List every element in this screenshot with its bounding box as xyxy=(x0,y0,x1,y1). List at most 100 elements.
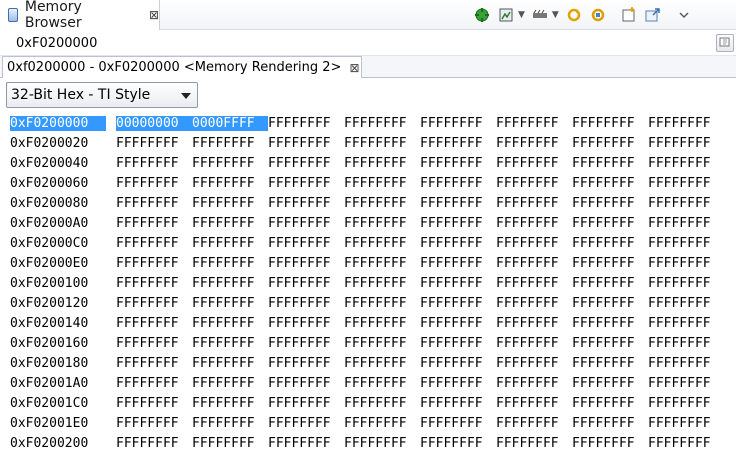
memory-cell[interactable]: FFFFFFFF xyxy=(268,116,344,131)
memory-cell[interactable]: FFFFFFFF xyxy=(192,376,268,391)
row-address[interactable]: 0xF0200200 xyxy=(10,436,106,451)
memory-cell[interactable]: FFFFFFFF xyxy=(192,396,268,411)
memory-cell[interactable]: FFFFFFFF xyxy=(116,236,192,251)
memory-cell[interactable]: FFFFFFFF xyxy=(268,436,344,451)
memory-load-icon[interactable] xyxy=(531,6,549,24)
memory-cell[interactable]: FFFFFFFF xyxy=(116,176,192,191)
memory-cell[interactable]: FFFFFFFF xyxy=(268,316,344,331)
memory-cell[interactable]: 0000FFFF xyxy=(192,115,268,131)
memory-cell[interactable]: FFFFFFFF xyxy=(496,236,572,251)
row-address[interactable]: 0xF02001A0 xyxy=(10,376,106,391)
memory-cell[interactable]: FFFFFFFF xyxy=(648,216,724,231)
memory-cell[interactable]: FFFFFFFF xyxy=(344,416,420,431)
memory-cell[interactable]: FFFFFFFF xyxy=(420,116,496,131)
row-address[interactable]: 0xF02000E0 xyxy=(10,256,106,271)
row-address[interactable]: 0xF02001C0 xyxy=(10,396,106,411)
memory-cell[interactable]: FFFFFFFF xyxy=(648,376,724,391)
memory-cell[interactable]: FFFFFFFF xyxy=(116,136,192,151)
memory-cell[interactable]: FFFFFFFF xyxy=(268,256,344,271)
refresh-sync-icon[interactable] xyxy=(565,6,583,24)
memory-cell[interactable]: FFFFFFFF xyxy=(420,376,496,391)
memory-cell[interactable]: FFFFFFFF xyxy=(344,136,420,151)
memory-cell[interactable]: FFFFFFFF xyxy=(648,296,724,311)
memory-cell[interactable]: FFFFFFFF xyxy=(116,196,192,211)
row-address[interactable]: 0xF0200140 xyxy=(10,316,106,331)
memory-cell[interactable]: FFFFFFFF xyxy=(344,256,420,271)
memory-cell[interactable]: FFFFFFFF xyxy=(344,376,420,391)
memory-cell[interactable]: FFFFFFFF xyxy=(116,256,192,271)
memory-cell[interactable]: FFFFFFFF xyxy=(420,196,496,211)
memory-cell[interactable]: FFFFFFFF xyxy=(648,316,724,331)
memory-cell[interactable]: FFFFFFFF xyxy=(572,256,648,271)
memory-cell[interactable]: FFFFFFFF xyxy=(496,156,572,171)
rendering-tab[interactable]: 0xf0200000 - 0xF0200000 <Memory Renderin… xyxy=(2,56,362,78)
memory-cell[interactable]: FFFFFFFF xyxy=(268,176,344,191)
memory-cell[interactable]: FFFFFFFF xyxy=(192,136,268,151)
memory-cell[interactable]: FFFFFFFF xyxy=(116,276,192,291)
memory-cell[interactable]: FFFFFFFF xyxy=(192,176,268,191)
memory-cell[interactable]: FFFFFFFF xyxy=(420,276,496,291)
memory-cell[interactable]: FFFFFFFF xyxy=(648,136,724,151)
connect-icon[interactable] xyxy=(473,6,491,24)
memory-cell[interactable]: FFFFFFFF xyxy=(192,416,268,431)
memory-cell[interactable]: FFFFFFFF xyxy=(344,296,420,311)
memory-cell[interactable]: FFFFFFFF xyxy=(496,336,572,351)
memory-cell[interactable]: FFFFFFFF xyxy=(116,216,192,231)
go-icon[interactable] xyxy=(716,34,734,52)
memory-cell[interactable]: FFFFFFFF xyxy=(344,336,420,351)
memory-cell[interactable]: FFFFFFFF xyxy=(192,276,268,291)
row-address[interactable]: 0xF0200000 xyxy=(10,115,106,131)
memory-cell[interactable]: FFFFFFFF xyxy=(572,216,648,231)
memory-cell[interactable]: FFFFFFFF xyxy=(116,396,192,411)
memory-cell[interactable]: FFFFFFFF xyxy=(192,436,268,451)
memory-cell[interactable]: FFFFFFFF xyxy=(192,296,268,311)
memory-cell[interactable]: FFFFFFFF xyxy=(192,356,268,371)
memory-cell[interactable]: FFFFFFFF xyxy=(572,116,648,131)
memory-cell[interactable]: FFFFFFFF xyxy=(648,336,724,351)
view-menu-icon[interactable] xyxy=(675,6,693,24)
memory-cell[interactable]: FFFFFFFF xyxy=(648,256,724,271)
memory-cell[interactable]: FFFFFFFF xyxy=(268,356,344,371)
memory-cell[interactable]: FFFFFFFF xyxy=(116,356,192,371)
memory-cell[interactable]: FFFFFFFF xyxy=(648,396,724,411)
memory-cell[interactable]: FFFFFFFF xyxy=(268,296,344,311)
memory-cell[interactable]: FFFFFFFF xyxy=(420,416,496,431)
memory-cell[interactable]: FFFFFFFF xyxy=(572,356,648,371)
memory-cell[interactable]: FFFFFFFF xyxy=(268,236,344,251)
memory-cell[interactable]: FFFFFFFF xyxy=(420,136,496,151)
chevron-down-icon[interactable]: ▼ xyxy=(518,10,525,20)
memory-cell[interactable]: FFFFFFFF xyxy=(344,236,420,251)
memory-cell[interactable]: FFFFFFFF xyxy=(572,196,648,211)
row-address[interactable]: 0xF02001E0 xyxy=(10,416,106,431)
memory-cell[interactable]: FFFFFFFF xyxy=(420,296,496,311)
memory-cell[interactable]: FFFFFFFF xyxy=(496,256,572,271)
memory-cell[interactable]: FFFFFFFF xyxy=(648,416,724,431)
memory-save-icon[interactable] xyxy=(497,6,515,24)
memory-cell[interactable]: FFFFFFFF xyxy=(344,116,420,131)
memory-cell[interactable]: FFFFFFFF xyxy=(572,156,648,171)
memory-address-input[interactable] xyxy=(12,33,702,53)
memory-cell[interactable]: FFFFFFFF xyxy=(572,296,648,311)
memory-cell[interactable]: FFFFFFFF xyxy=(420,336,496,351)
row-address[interactable]: 0xF0200060 xyxy=(10,176,106,191)
memory-cell[interactable]: FFFFFFFF xyxy=(268,376,344,391)
memory-cell[interactable]: FFFFFFFF xyxy=(420,356,496,371)
memory-browser-view-tab[interactable]: Memory Browser ⊠ xyxy=(0,0,160,31)
memory-cell[interactable]: FFFFFFFF xyxy=(496,376,572,391)
row-address[interactable]: 0xF0200120 xyxy=(10,296,106,311)
memory-cell[interactable]: FFFFFFFF xyxy=(648,236,724,251)
memory-cell[interactable]: FFFFFFFF xyxy=(648,176,724,191)
memory-cell[interactable]: FFFFFFFF xyxy=(572,136,648,151)
memory-cell[interactable]: FFFFFFFF xyxy=(496,396,572,411)
memory-cell[interactable]: FFFFFFFF xyxy=(344,216,420,231)
memory-cell[interactable]: FFFFFFFF xyxy=(192,316,268,331)
new-tab-icon[interactable] xyxy=(620,6,638,24)
memory-cell[interactable]: FFFFFFFF xyxy=(116,336,192,351)
row-address[interactable]: 0xF0200040 xyxy=(10,156,106,171)
chevron-down-icon[interactable]: ▼ xyxy=(552,10,559,20)
memory-cell[interactable]: FFFFFFFF xyxy=(496,176,572,191)
memory-cell[interactable]: FFFFFFFF xyxy=(420,236,496,251)
row-address[interactable]: 0xF0200160 xyxy=(10,336,106,351)
memory-cell[interactable]: FFFFFFFF xyxy=(268,216,344,231)
format-dropdown[interactable]: 32-Bit Hex - TI Style xyxy=(6,82,198,108)
